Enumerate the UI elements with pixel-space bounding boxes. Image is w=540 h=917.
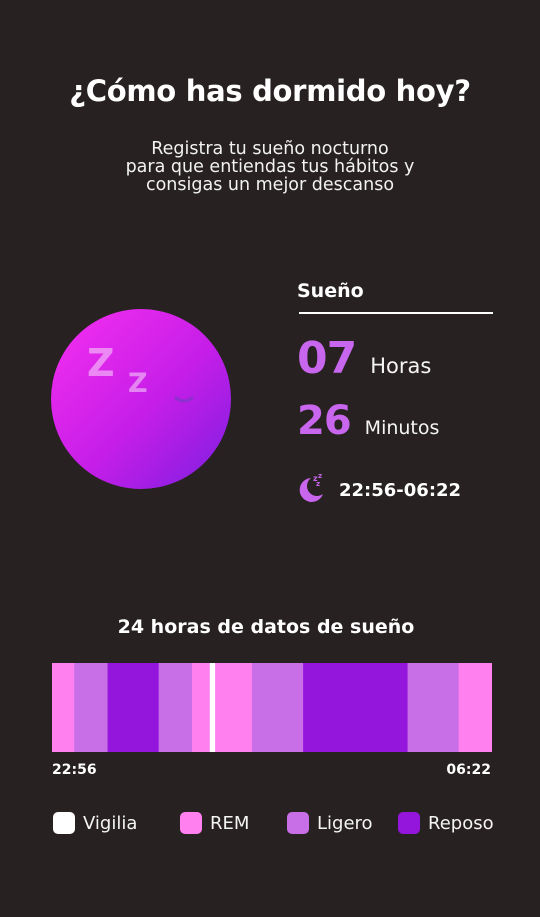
hours-metric: 07 Horas bbox=[297, 333, 431, 384]
sleep-timeline-chart bbox=[52, 663, 492, 752]
legend-label: REM bbox=[210, 812, 250, 834]
svg-text:z: z bbox=[318, 472, 322, 480]
divider bbox=[299, 312, 493, 314]
timeline-segment-vigilia bbox=[209, 663, 216, 752]
subtitle-line: consigas un mejor descanso bbox=[145, 175, 395, 195]
page-subtitle: Registra tu sueño nocturno para que enti… bbox=[0, 140, 540, 194]
minutes-metric: 26 Minutos bbox=[297, 398, 439, 444]
timeline-segment-reposo bbox=[303, 663, 409, 752]
page-title: ¿Cómo has dormido hoy? bbox=[69, 74, 471, 108]
timeline-title: 24 horas de datos de sueño bbox=[117, 616, 415, 638]
timeline-segment-ligero bbox=[158, 663, 193, 752]
legend-item-vigilia: Vigilia bbox=[53, 812, 137, 834]
timeline-segment-ligero bbox=[252, 663, 304, 752]
legend-swatch bbox=[180, 812, 202, 834]
timeline-segment-rem bbox=[52, 663, 75, 752]
legend-label: Ligero bbox=[317, 812, 373, 834]
legend-label: Vigilia bbox=[83, 812, 138, 834]
timeline-segment-rem bbox=[215, 663, 253, 752]
legend: Vigilia REM Ligero Reposo bbox=[53, 812, 503, 838]
hours-unit: Horas bbox=[370, 354, 432, 378]
svg-text:z: z bbox=[316, 480, 320, 488]
hours-value: 07 bbox=[297, 333, 357, 384]
legend-item-ligero: Ligero bbox=[287, 812, 373, 834]
minutes-unit: Minutos bbox=[364, 417, 440, 439]
moon-zzz-icon: z z z bbox=[297, 472, 327, 508]
timeline-segment-reposo bbox=[107, 663, 160, 752]
svg-text:Z: Z bbox=[87, 341, 115, 385]
legend-item-reposo: Reposo bbox=[398, 812, 494, 834]
legend-item-rem: REM bbox=[180, 812, 249, 834]
timeline-segment-rem bbox=[192, 663, 211, 752]
legend-swatch bbox=[53, 812, 75, 834]
timeline-segment-ligero bbox=[74, 663, 109, 752]
timeline-end-label: 06:22 bbox=[446, 762, 491, 778]
legend-swatch bbox=[287, 812, 309, 834]
timeline-segment-ligero bbox=[407, 663, 460, 752]
minutes-value: 26 bbox=[297, 398, 352, 444]
sleeping-moon-icon: Z Z bbox=[50, 308, 232, 490]
time-range-text: 22:56-06:22 bbox=[339, 479, 462, 501]
legend-label: Reposo bbox=[428, 812, 494, 834]
legend-swatch bbox=[398, 812, 420, 834]
sleep-time-range: z z z 22:56-06:22 bbox=[297, 472, 461, 508]
timeline-start-label: 22:56 bbox=[52, 762, 97, 778]
subtitle-line: Registra tu sueño nocturno bbox=[151, 139, 389, 159]
subtitle-line: para que entiendas tus hábitos y bbox=[125, 157, 415, 177]
sleep-section-label: Sueño bbox=[297, 280, 364, 302]
svg-text:Z: Z bbox=[128, 368, 148, 399]
timeline-segment-rem bbox=[458, 663, 492, 752]
